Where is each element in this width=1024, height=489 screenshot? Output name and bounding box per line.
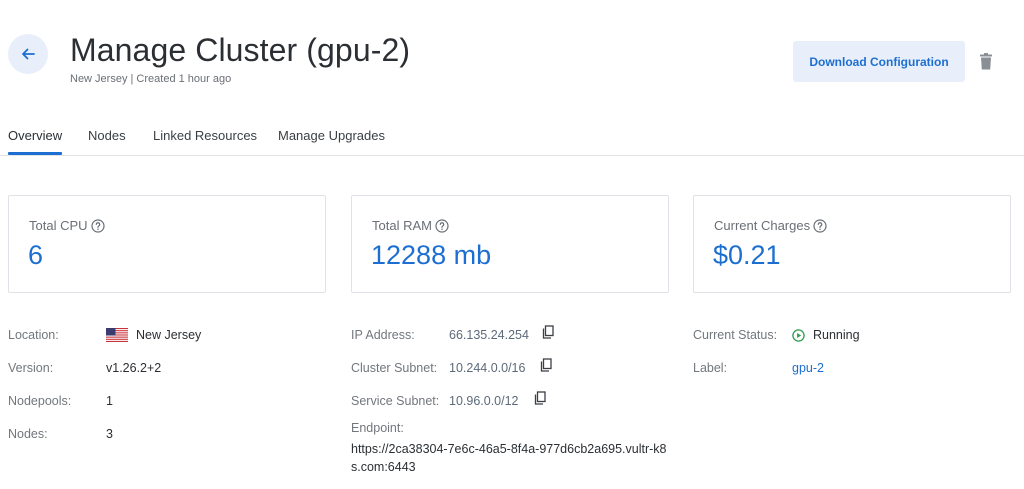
endpoint-label: Endpoint: (351, 421, 404, 435)
tab-bar: Overview Nodes Linked Resources Manage U… (0, 118, 1024, 156)
copy-icon[interactable] (533, 391, 546, 405)
current-status-value: Running (813, 328, 860, 342)
location-value: New Jersey (136, 328, 202, 342)
total-cpu-card: Total CPU 6 (8, 195, 326, 293)
cluster-subnet-label: Cluster Subnet: (351, 361, 438, 375)
label-value[interactable]: gpu-2 (792, 361, 824, 375)
current-charges-card: Current Charges $0.21 (693, 195, 1011, 293)
location-label: Location: (8, 328, 59, 342)
copy-icon[interactable] (539, 358, 552, 372)
total-ram-value: 12288 mb (371, 240, 492, 270)
service-subnet-value: 10.96.0.0/12 (449, 394, 519, 408)
cluster-subnet-value: 10.244.0.0/16 (449, 361, 526, 375)
nodepools-label: Nodepools: (8, 394, 72, 408)
us-flag-icon (106, 328, 128, 342)
version-label: Version: (8, 361, 54, 375)
page-subtitle: New Jersey | Created 1 hour ago (70, 73, 232, 85)
current-charges-value: $0.21 (713, 240, 781, 270)
active-tab-indicator (8, 152, 62, 155)
delete-button[interactable] (977, 50, 995, 72)
label-label: Label: (693, 361, 728, 375)
service-subnet-label: Service Subnet: (351, 394, 440, 408)
tab-overview[interactable]: Overview (8, 128, 62, 143)
copy-icon[interactable] (541, 325, 554, 339)
total-cpu-label: Total CPU (29, 218, 88, 233)
ip-address-label: IP Address: (351, 328, 415, 342)
nodepools-value: 1 (106, 394, 113, 408)
back-arrow-icon (22, 48, 35, 60)
current-status-label: Current Status: (693, 328, 778, 342)
total-ram-label: Total RAM (372, 218, 432, 233)
download-configuration-button[interactable]: Download Configuration (793, 41, 965, 82)
help-icon[interactable] (435, 218, 449, 233)
help-icon[interactable] (90, 218, 105, 233)
current-charges-label: Current Charges (714, 218, 811, 233)
version-value: v1.26.2+2 (106, 361, 162, 375)
ip-address-value: 66.135.24.254 (449, 328, 529, 342)
help-icon[interactable] (813, 218, 827, 233)
page-title: Manage Cluster (gpu-2) (70, 32, 411, 68)
back-button[interactable] (8, 34, 48, 74)
endpoint-value: https://2ca38304-7e6c-46a5-8f4a-977d6cb2… (351, 442, 667, 474)
play-circle-icon (792, 329, 805, 342)
trash-icon (980, 52, 992, 69)
total-cpu-value: 6 (28, 240, 44, 270)
tab-nodes[interactable]: Nodes (88, 128, 126, 143)
total-ram-card: Total RAM 12288 mb (351, 195, 669, 293)
tab-manage-upgrades[interactable]: Manage Upgrades (278, 128, 385, 143)
nodes-value: 3 (106, 427, 113, 441)
tab-linked-resources[interactable]: Linked Resources (153, 128, 257, 143)
nodes-label: Nodes: (8, 427, 48, 441)
